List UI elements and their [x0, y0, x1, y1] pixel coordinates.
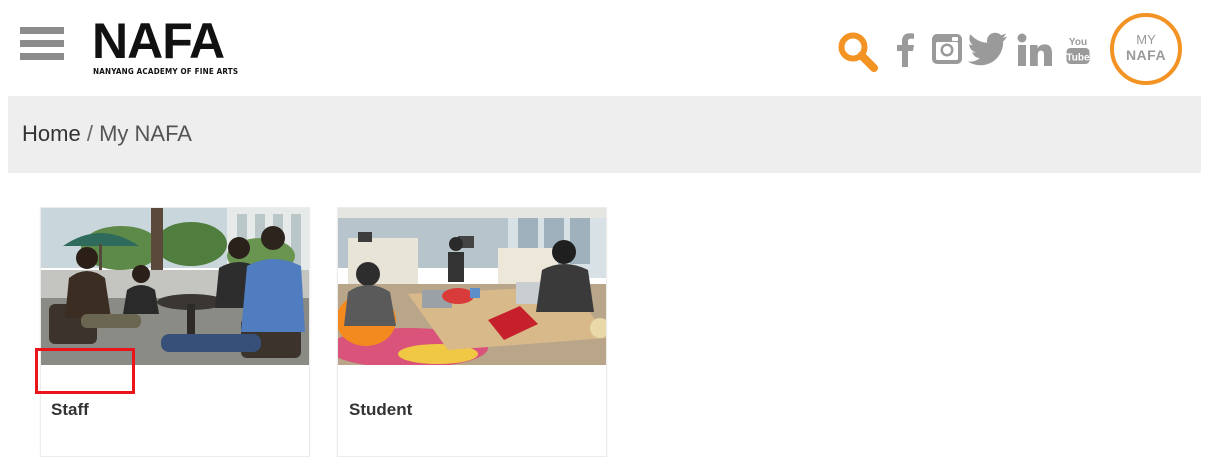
nafa-logo[interactable]: NAFA NANYANG ACADEMY OF FINE ARTS [92, 13, 238, 80]
twitter-icon[interactable] [967, 32, 1008, 66]
menu-bar [20, 27, 64, 34]
facebook-icon[interactable] [895, 31, 915, 67]
site-header: NAFA NANYANG ACADEMY OF FINE ARTS You Tu… [0, 0, 1209, 96]
youtube-icon[interactable]: You Tube [1066, 34, 1090, 66]
student-card-label[interactable]: Student [349, 400, 412, 420]
student-photo[interactable] [338, 208, 606, 365]
menu-icon[interactable] [20, 27, 64, 63]
staff-card-label[interactable]: Staff [51, 400, 89, 420]
breadcrumb-current: My NAFA [99, 121, 192, 146]
staff-card[interactable]: Staff [41, 208, 309, 456]
youtube-text-bottom: Tube [1066, 53, 1090, 64]
breadcrumb-trail: Home / My NAFA [22, 122, 192, 146]
menu-bar [20, 53, 64, 60]
my-nafa-badge-line2: NAFA [1125, 47, 1167, 63]
staff-photo[interactable] [41, 208, 309, 365]
logo-tagline: NANYANG ACADEMY OF FINE ARTS [93, 67, 239, 76]
student-card[interactable]: Student [338, 208, 606, 456]
breadcrumb-separator: / [86, 121, 93, 146]
breadcrumb: Home / My NAFA [8, 96, 1201, 173]
youtube-text-top: You [1069, 37, 1087, 48]
instagram-icon[interactable] [931, 33, 963, 65]
linkedin-icon[interactable] [1017, 33, 1053, 67]
my-nafa-badge[interactable]: MY NAFA [1110, 13, 1182, 85]
menu-bar [20, 40, 64, 47]
breadcrumb-home-link[interactable]: Home [22, 121, 81, 146]
logo-wordmark: NAFA [92, 13, 225, 69]
my-nafa-badge-line1: MY [1136, 32, 1156, 47]
search-icon[interactable] [836, 30, 880, 74]
